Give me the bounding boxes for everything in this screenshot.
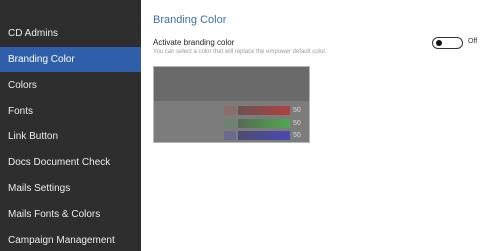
branding-color-toggle[interactable]	[432, 37, 463, 49]
sidebar-item-fonts[interactable]: Fonts	[0, 99, 141, 124]
red-slider[interactable]	[238, 106, 290, 115]
setting-description: You can select a color that will replace…	[153, 49, 327, 55]
green-slider[interactable]	[238, 119, 290, 128]
blue-slider-row: 50	[224, 131, 302, 140]
sidebar-item-cd-admins[interactable]: CD Admins	[0, 21, 141, 46]
blue-swatch	[224, 131, 236, 140]
red-slider-row: 50	[224, 106, 302, 115]
sidebar-item-link-button[interactable]: Link Button	[0, 124, 141, 149]
sidebar-item-mails-fonts-colors[interactable]: Mails Fonts & Colors	[0, 202, 141, 227]
sidebar-item-branding-color[interactable]: Branding Color	[0, 47, 141, 72]
color-preview-swatch	[154, 67, 309, 101]
sidebar-item-colors[interactable]: Colors	[0, 73, 141, 98]
green-value: 50	[293, 120, 301, 127]
blue-slider[interactable]	[238, 131, 290, 140]
sidebar-item-campaign-management[interactable]: Campaign Management	[0, 228, 141, 251]
red-value: 50	[293, 107, 301, 114]
sidebar-item-mails-settings[interactable]: Mails Settings	[0, 176, 141, 201]
red-swatch	[224, 106, 236, 115]
blue-value: 50	[293, 132, 301, 139]
green-swatch	[224, 119, 236, 128]
page-title: Branding Color	[153, 14, 227, 26]
main-content: Branding Color Activate branding color Y…	[141, 0, 485, 251]
toggle-knob	[436, 40, 442, 46]
setting-label: Activate branding color	[153, 38, 235, 47]
green-slider-row: 50	[224, 119, 302, 128]
toggle-state-label: Off	[468, 38, 478, 45]
sidebar: CD Admins Branding Color Colors Fonts Li…	[0, 0, 141, 251]
sidebar-item-docs-document-check[interactable]: Docs Document Check	[0, 150, 141, 175]
color-picker-preview: 50 50 50	[153, 66, 310, 143]
